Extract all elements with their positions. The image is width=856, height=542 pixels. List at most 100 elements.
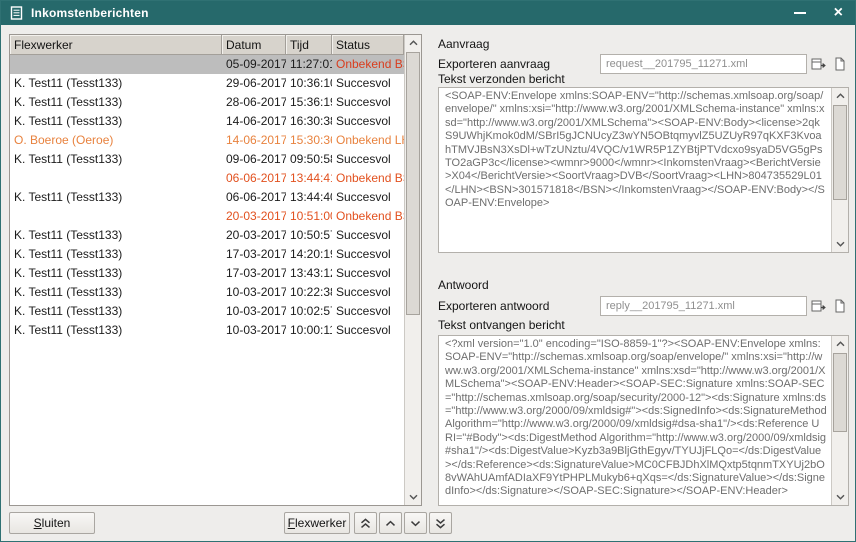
flexwerker-cell: K. Test11 (Tesst133) (10, 226, 222, 245)
flexwerker-cell: K. Test11 (Tesst133) (10, 188, 222, 207)
scrollbar-track[interactable] (405, 51, 421, 489)
double-chevron-up-icon (360, 518, 371, 529)
status-cell: Succesvol (332, 112, 404, 131)
table-row[interactable]: K. Test11 (Tesst133)06-06-201713:44:40Su… (10, 188, 404, 207)
scroll-up-arrow-icon[interactable] (832, 88, 848, 104)
table-row[interactable]: K. Test11 (Tesst133)29-06-201710:36:10Su… (10, 74, 404, 93)
table-row[interactable]: K. Test11 (Tesst133)09-06-201709:50:58Su… (10, 150, 404, 169)
datum-cell: 09-06-2017 (222, 150, 286, 169)
ontvangen-scrollbar[interactable] (831, 336, 848, 505)
datum-cell: 28-06-2017 (222, 93, 286, 112)
column-header-status[interactable]: Status (332, 35, 404, 54)
table-row[interactable]: 06-06-201713:44:41Onbekend BSN (10, 169, 404, 188)
last-record-button[interactable] (429, 512, 452, 534)
tijd-cell: 16:30:38 (286, 112, 332, 131)
double-chevron-down-icon (435, 518, 446, 529)
status-cell: Succesvol (332, 302, 404, 321)
status-cell: Succesvol (332, 283, 404, 302)
table-scrollbar[interactable] (404, 35, 421, 505)
flexwerker-button[interactable]: Flexwerker (284, 512, 350, 534)
table-row[interactable]: 05-09-201711:27:01Onbekend BSN (10, 55, 404, 74)
titlebar: Inkomstenberichten × (1, 1, 855, 25)
datum-cell: 20-03-2017 (222, 207, 286, 226)
aanvraag-heading: Aanvraag (438, 37, 489, 51)
scroll-down-arrow-icon[interactable] (405, 489, 421, 505)
scroll-up-arrow-icon[interactable] (832, 336, 848, 352)
flexwerker-cell: O. Boeroe (Oeroe) (10, 131, 222, 150)
scroll-up-arrow-icon[interactable] (405, 35, 421, 51)
status-cell: Succesvol (332, 150, 404, 169)
scrollbar-thumb[interactable] (406, 52, 420, 315)
scrollbar-track[interactable] (832, 352, 848, 489)
table-row[interactable]: 20-03-201710:51:00Onbekend BSN (10, 207, 404, 226)
table-row[interactable]: K. Test11 (Tesst133)10-03-201710:02:57Su… (10, 302, 404, 321)
sluiten-button[interactable]: Sluiten (9, 512, 95, 534)
ontvangen-bericht-box: <?xml version="1.0" encoding="ISO-8859-1… (438, 335, 849, 506)
table-row[interactable]: K. Test11 (Tesst133)17-03-201713:43:12Su… (10, 264, 404, 283)
previous-record-button[interactable] (379, 512, 402, 534)
flexwerker-cell (10, 169, 222, 188)
datum-cell: 17-03-2017 (222, 245, 286, 264)
document-icon (834, 57, 846, 71)
table-row[interactable]: K. Test11 (Tesst133)14-06-201716:30:38Su… (10, 112, 404, 131)
export-aanvraag-row: Exporteren aanvraag (438, 54, 849, 74)
tijd-cell: 10:02:57 (286, 302, 332, 321)
table-header: FlexwerkerDatumTijdStatus (10, 35, 404, 55)
exporteren-aanvraag-label: Exporteren aanvraag (438, 57, 600, 71)
table-row[interactable]: K. Test11 (Tesst133)28-06-201715:36:19Su… (10, 93, 404, 112)
first-record-button[interactable] (354, 512, 377, 534)
ontvangen-bericht-text[interactable]: <?xml version="1.0" encoding="ISO-8859-1… (439, 336, 831, 505)
antwoord-heading: Antwoord (438, 278, 489, 292)
column-header-flexwerker[interactable]: Flexwerker (10, 35, 222, 54)
open-antwoord-document-button[interactable] (831, 297, 849, 315)
tijd-cell: 10:22:38 (286, 283, 332, 302)
scroll-down-arrow-icon[interactable] (832, 489, 848, 505)
tijd-cell: 10:36:10 (286, 74, 332, 93)
table-row[interactable]: K. Test11 (Tesst133)20-03-201710:50:57Su… (10, 226, 404, 245)
next-record-button[interactable] (404, 512, 427, 534)
table-row[interactable]: K. Test11 (Tesst133)10-03-201710:00:11Su… (10, 321, 404, 340)
export-file-icon (811, 299, 827, 313)
close-button[interactable]: × (834, 5, 843, 21)
table-row[interactable]: K. Test11 (Tesst133)17-03-201714:20:19Su… (10, 245, 404, 264)
status-cell: Onbekend LHN (332, 131, 404, 150)
verzonden-bericht-text[interactable]: <SOAP-ENV:Envelope xmlns:SOAP-ENV="http:… (439, 88, 831, 252)
tijd-cell: 13:44:41 (286, 169, 332, 188)
open-aanvraag-document-button[interactable] (831, 55, 849, 73)
status-cell: Succesvol (332, 74, 404, 93)
exporteren-antwoord-input[interactable] (600, 296, 807, 316)
table-row[interactable]: K. Test11 (Tesst133)10-03-201710:22:38Su… (10, 283, 404, 302)
flexwerker-cell (10, 55, 222, 74)
column-header-tijd[interactable]: Tijd (286, 35, 332, 54)
datum-cell: 06-06-2017 (222, 169, 286, 188)
datum-cell: 14-06-2017 (222, 112, 286, 131)
titlebar-buttons: × (794, 5, 843, 21)
datum-cell: 20-03-2017 (222, 226, 286, 245)
scrollbar-thumb[interactable] (833, 353, 847, 432)
minimize-button[interactable] (794, 5, 806, 21)
scroll-down-arrow-icon[interactable] (832, 236, 848, 252)
export-aanvraag-button[interactable] (810, 55, 828, 73)
status-cell: Onbekend BSN (332, 207, 404, 226)
exporteren-aanvraag-input[interactable] (600, 54, 807, 74)
datum-cell: 29-06-2017 (222, 74, 286, 93)
tijd-cell: 09:50:58 (286, 150, 332, 169)
flexwerker-cell: K. Test11 (Tesst133) (10, 112, 222, 131)
table-row[interactable]: O. Boeroe (Oeroe)14-06-201715:30:36Onbek… (10, 131, 404, 150)
tijd-cell: 15:36:19 (286, 93, 332, 112)
tijd-cell: 11:27:01 (286, 55, 332, 74)
flexwerker-cell: K. Test11 (Tesst133) (10, 264, 222, 283)
scrollbar-thumb[interactable] (833, 105, 847, 200)
status-cell: Succesvol (332, 321, 404, 340)
flexwerker-cell: K. Test11 (Tesst133) (10, 321, 222, 340)
flexwerker-cell: K. Test11 (Tesst133) (10, 283, 222, 302)
export-antwoord-button[interactable] (810, 297, 828, 315)
scrollbar-track[interactable] (832, 104, 848, 236)
status-cell: Succesvol (332, 93, 404, 112)
column-header-datum[interactable]: Datum (222, 35, 286, 54)
flexwerker-cell (10, 207, 222, 226)
verzonden-scrollbar[interactable] (831, 88, 848, 252)
tijd-cell: 13:44:40 (286, 188, 332, 207)
tekst-verzonden-label: Tekst verzonden bericht (438, 72, 565, 86)
inkomstenberichten-dialog: Inkomstenberichten × FlexwerkerDatumTijd… (0, 0, 856, 542)
